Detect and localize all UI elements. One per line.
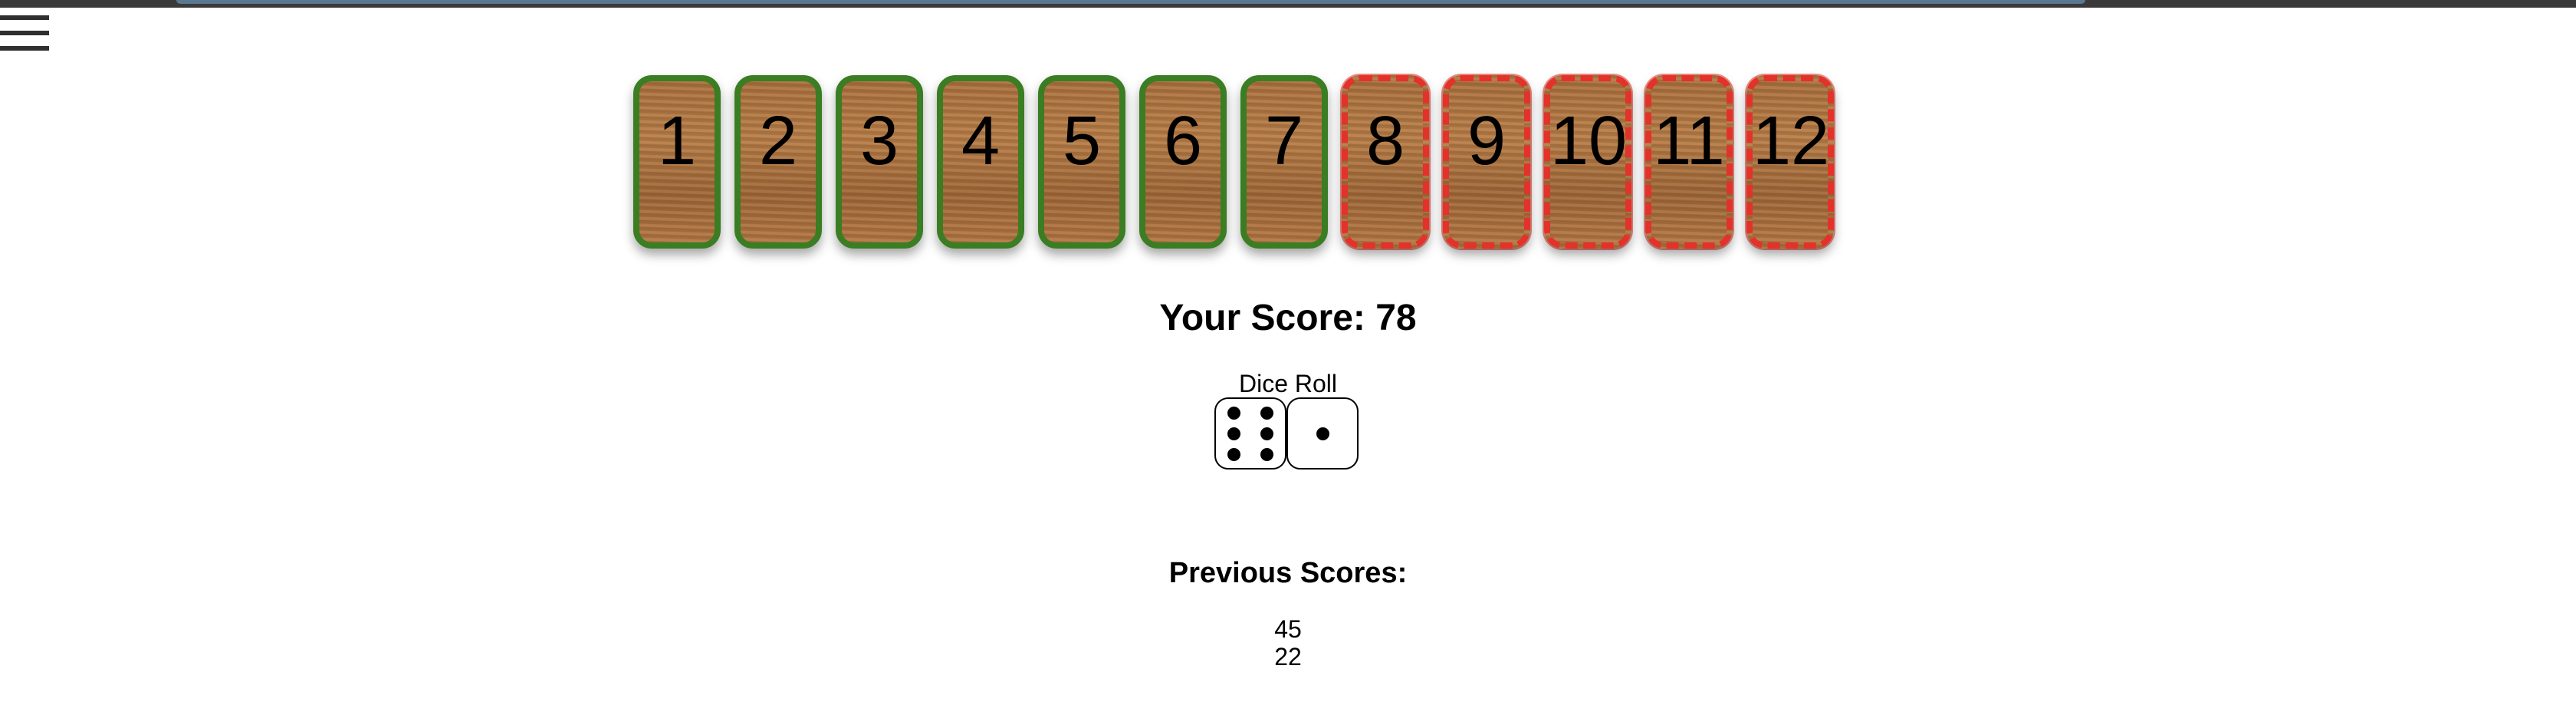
previous-score-item: 45 [1274,615,1302,643]
die-pip [1260,406,1274,420]
browser-top-bar [0,0,2576,8]
tile-4[interactable]: 4 [937,75,1024,249]
die-pip [1316,427,1329,440]
tile-number: 10 [1550,103,1628,180]
tile-number: 4 [961,103,1001,180]
die-pip [1260,447,1274,461]
die-pip [1260,427,1274,440]
tile-9[interactable]: 9 [1443,75,1530,249]
tile-7[interactable]: 7 [1240,75,1328,249]
die-pip [1227,447,1240,461]
tile-6[interactable]: 6 [1139,75,1227,249]
tile-number: 3 [859,103,899,180]
score-heading: Your Score: 78 [1159,298,1417,338]
menu-line [0,31,49,35]
die-one-icon [1286,397,1359,470]
die-six-icon [1214,397,1286,470]
tile-3[interactable]: 3 [836,75,923,249]
tile-12[interactable]: 12 [1746,75,1834,249]
tile-number: 9 [1467,103,1506,180]
dice-roll-label: Dice Roll [1238,370,1338,397]
tile-5[interactable]: 5 [1038,75,1125,249]
dice-area[interactable] [1214,397,1359,470]
tile-8[interactable]: 8 [1342,75,1429,249]
tile-number: 8 [1365,103,1405,180]
previous-scores-list: 45 22 [0,615,2576,671]
browser-url-bar[interactable] [176,0,2085,4]
tile-number: 5 [1062,103,1102,180]
hamburger-menu-icon[interactable] [0,15,51,58]
tile-number: 12 [1753,103,1830,180]
menu-line [0,46,49,51]
tile-1[interactable]: 1 [633,75,721,249]
die-pip [1227,427,1240,440]
tile-11[interactable]: 11 [1645,75,1733,249]
menu-line [0,15,49,20]
tile-2[interactable]: 2 [734,75,822,249]
tile-number: 7 [1264,103,1304,180]
tile-row: 1 2 3 4 5 6 7 8 9 10 11 12 [633,75,1834,259]
tile-number: 11 [1653,103,1725,180]
tile-10[interactable]: 10 [1544,75,1631,249]
previous-score-item: 22 [1274,643,1302,671]
tile-number: 1 [657,103,697,180]
tile-number: 2 [758,103,798,180]
previous-scores-title: Previous Scores: [1168,557,1408,589]
tile-number: 6 [1163,103,1203,180]
die-pip [1227,406,1240,420]
